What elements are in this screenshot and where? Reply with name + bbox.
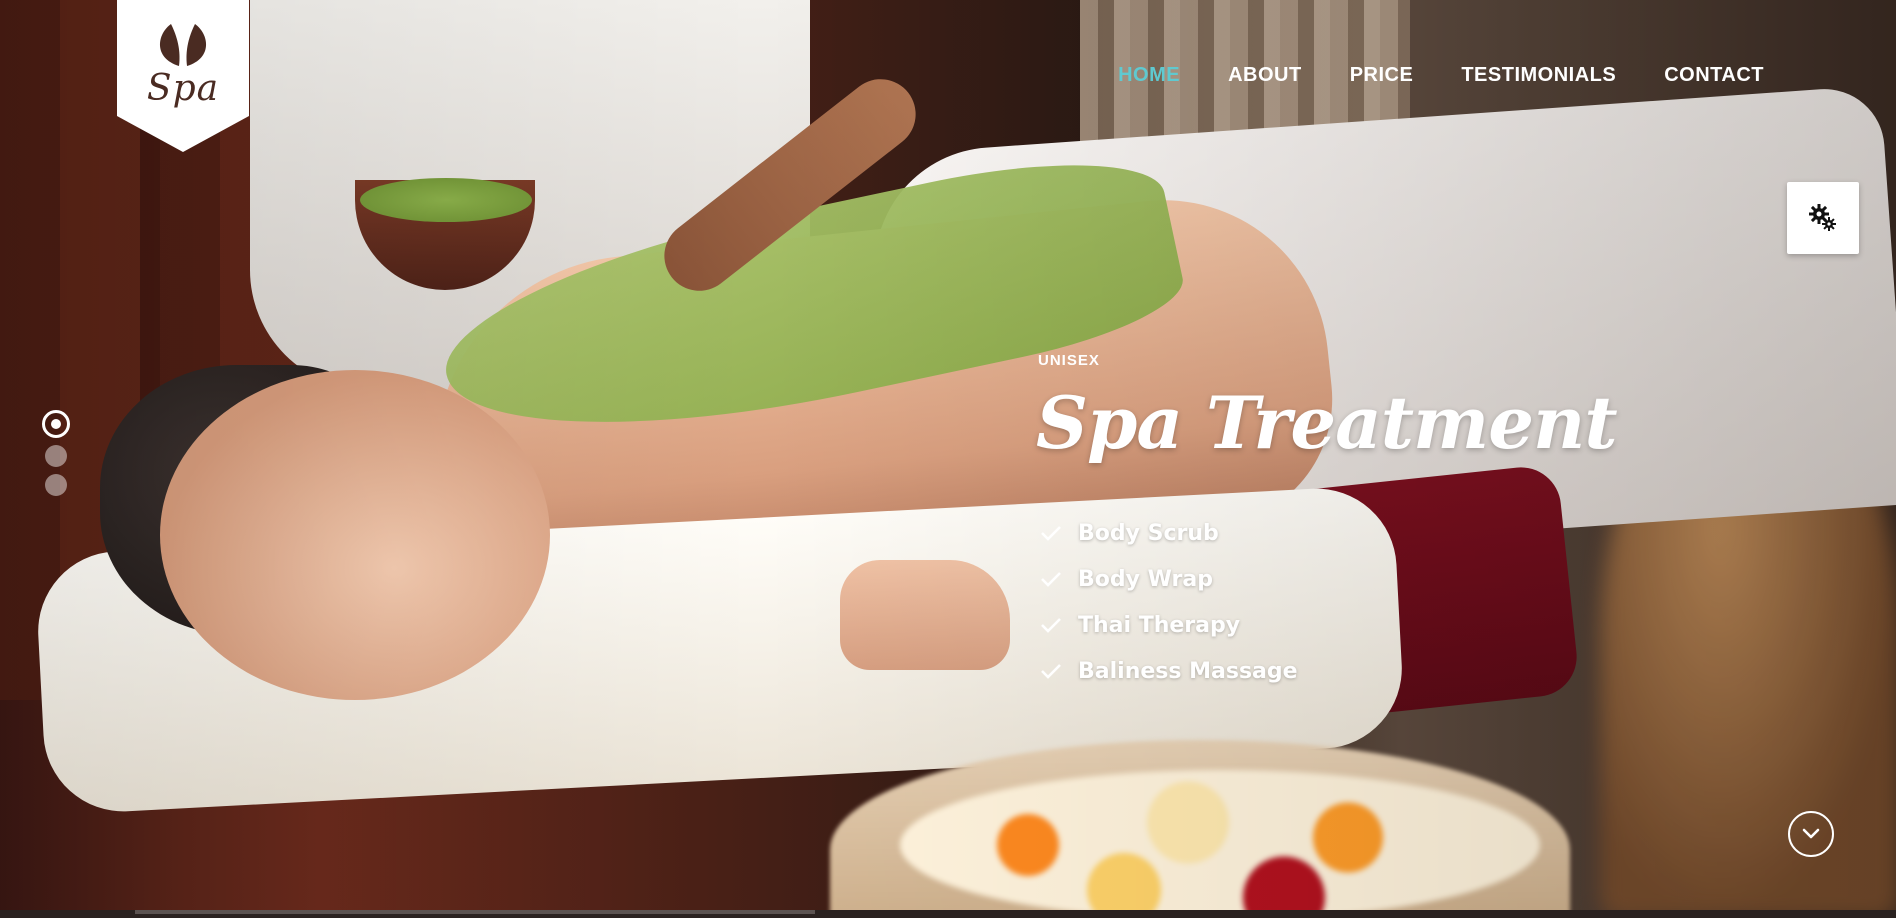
bottom-progress-track [0,910,1896,918]
hero-title: Spa Treatment [1036,380,1618,465]
list-item: Body Scrub [1040,510,1298,556]
logo-text: Spa [146,68,220,109]
check-icon [1041,572,1061,587]
nav-contact[interactable]: CONTACT [1664,64,1764,87]
nav-about[interactable]: ABOUT [1228,64,1302,87]
feature-label: Body Wrap [1078,566,1213,592]
check-icon [1041,618,1061,633]
check-icon [1041,526,1061,541]
settings-button[interactable] [1787,182,1859,254]
list-item: Thai Therapy [1040,602,1298,648]
feature-label: Baliness Massage [1078,658,1298,684]
feature-label: Thai Therapy [1078,612,1241,638]
slider-pagination [42,410,70,503]
chevron-down-icon [1802,828,1820,839]
check-icon [1041,664,1061,679]
main-nav: HOME ABOUT PRICE TESTIMONIALS CONTACT [1070,64,1764,87]
slider-dot-2[interactable] [45,445,67,467]
list-item: Baliness Massage [1040,648,1298,694]
slider-dot-3[interactable] [45,474,67,496]
logo[interactable]: Spa [117,0,249,152]
gears-icon [1809,204,1836,231]
nav-testimonials[interactable]: TESTIMONIALS [1461,64,1616,87]
scroll-down-button[interactable] [1788,811,1834,857]
nav-home[interactable]: HOME [1118,64,1180,87]
feature-list: Body Scrub Body Wrap Thai Therapy Baline… [1040,510,1298,694]
hero-eyebrow: UNISEX [1038,352,1100,369]
feature-label: Body Scrub [1078,520,1219,546]
slider-dot-1[interactable] [42,410,70,438]
nav-price[interactable]: PRICE [1350,64,1414,87]
list-item: Body Wrap [1040,556,1298,602]
